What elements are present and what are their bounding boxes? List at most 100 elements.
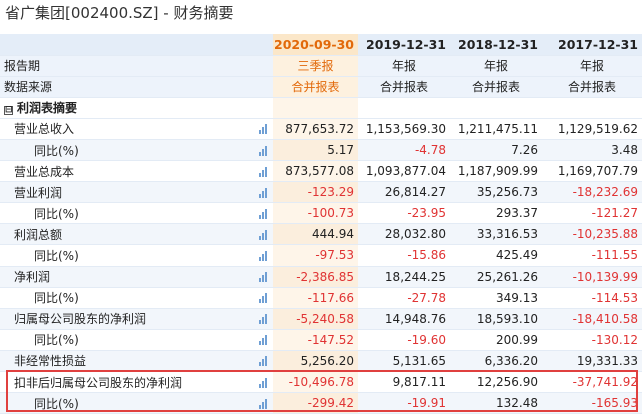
value-cell: 425.49 — [450, 244, 542, 267]
value-cell: 18,244.25 — [358, 266, 450, 288]
value-cell: 873,577.08 — [273, 160, 358, 183]
value-cell: -23.95 — [358, 202, 450, 225]
value-cell: -5,240.58 — [273, 308, 358, 330]
value-cell: 3.48 — [542, 139, 642, 162]
table-row: 同比(%) -299.42 -19.91 132.48 -165.93 — [0, 392, 642, 414]
value-cell: -10,235.88 — [542, 223, 642, 246]
value-cell: -147.52 — [273, 329, 358, 351]
table-row: 净利润 -2,386.85 18,244.25 25,261.26 -10,139.99 — [0, 266, 642, 288]
table-row: 营业利润 -123.29 26,814.27 35,256.73 -18,232.69 — [0, 181, 642, 204]
value-cell: -121.27 — [542, 202, 642, 225]
bar-chart-icon[interactable] — [259, 272, 267, 283]
period-header[interactable]: 2020-09-30 — [273, 34, 358, 56]
value-cell: 877,653.72 — [273, 118, 358, 140]
table-row: 同比(%) 5.17 -4.78 7.26 3.48 — [0, 139, 642, 162]
row-label: 同比(%) — [0, 202, 253, 225]
value-cell: -111.55 — [542, 244, 642, 267]
value-cell: -37,741.92 — [542, 371, 642, 394]
value-cell: -10,496.78 — [273, 371, 358, 394]
row-label: 营业总成本 — [0, 160, 253, 183]
value-cell: -117.66 — [273, 287, 358, 309]
bar-chart-icon[interactable] — [259, 398, 267, 409]
value-cell: 18,593.10 — [450, 308, 542, 330]
value-cell: -19.60 — [358, 329, 450, 351]
bar-chart-icon[interactable] — [259, 335, 267, 346]
row-label: 同比(%) — [0, 392, 253, 414]
bar-chart-icon[interactable] — [259, 314, 267, 325]
value-cell: -130.12 — [542, 329, 642, 351]
value-cell: -2,386.85 — [273, 266, 358, 288]
row-label: 同比(%) — [0, 287, 253, 309]
table-row: 非经常性损益 5,256.20 5,131.65 6,336.20 19,331.33 — [0, 350, 642, 373]
value-cell: -114.53 — [542, 287, 642, 309]
bar-chart-icon[interactable] — [259, 145, 267, 156]
row-label: 同比(%) — [0, 139, 253, 162]
report-period-value: 年报 — [542, 55, 642, 77]
value-cell: -123.29 — [273, 181, 358, 204]
value-cell: 349.13 — [450, 287, 542, 309]
value-cell: 1,153,569.30 — [358, 118, 450, 140]
value-cell: 7.26 — [450, 139, 542, 162]
bar-chart-icon[interactable] — [259, 208, 267, 219]
data-source-value: 合并报表 — [450, 76, 542, 98]
value-cell: 5.17 — [273, 139, 358, 162]
period-header[interactable]: 2019-12-31 — [358, 34, 450, 56]
row-label: 营业总收入 — [0, 118, 253, 140]
value-cell: 25,261.26 — [450, 266, 542, 288]
value-cell: -4.78 — [358, 139, 450, 162]
report-period-value: 三季报 — [273, 55, 358, 77]
bar-chart-icon[interactable] — [259, 166, 267, 177]
value-cell: 444.94 — [273, 223, 358, 246]
row-label: 利润总额 — [0, 223, 253, 246]
value-cell: 26,814.27 — [358, 181, 450, 204]
bar-chart-icon[interactable] — [259, 377, 267, 388]
report-period-label: 报告期 — [0, 55, 253, 77]
bar-chart-icon[interactable] — [259, 124, 267, 135]
bar-chart-icon[interactable] — [259, 229, 267, 240]
period-header[interactable]: 2017-12-31 — [542, 34, 642, 56]
bar-chart-icon[interactable] — [259, 187, 267, 198]
value-cell: 33,316.53 — [450, 223, 542, 246]
value-cell: 12,256.90 — [450, 371, 542, 394]
row-label: 扣非后归属母公司股东的净利润 — [0, 371, 253, 394]
table-row: 扣非后归属母公司股东的净利润 -10,496.78 9,817.11 12,256.9… — [0, 371, 642, 394]
bar-chart-icon[interactable] — [259, 356, 267, 367]
value-cell: -18,232.69 — [542, 181, 642, 204]
value-cell: 9,817.11 — [358, 371, 450, 394]
financial-summary-table: 2020-09-30 2019-12-31 2018-12-31 2017-12… — [0, 34, 642, 414]
section-header-row[interactable]: ⊟ 利润表摘要 — [0, 97, 642, 119]
period-header-row: 2020-09-30 2019-12-31 2018-12-31 2017-12… — [0, 34, 642, 56]
section-title: 利润表摘要 — [17, 101, 78, 116]
data-source-value: 合并报表 — [542, 76, 642, 98]
data-source-value: 合并报表 — [358, 76, 450, 98]
value-cell: -165.93 — [542, 392, 642, 414]
row-label: 营业利润 — [0, 181, 253, 204]
value-cell: 35,256.73 — [450, 181, 542, 204]
value-cell: -15.86 — [358, 244, 450, 267]
collapse-icon[interactable]: ⊟ — [4, 106, 13, 116]
value-cell: -18,410.58 — [542, 308, 642, 330]
value-cell: 1,169,707.79 — [542, 160, 642, 183]
report-period-row: 报告期 三季报 年报 年报 年报 — [0, 55, 642, 77]
value-cell: 19,331.33 — [542, 350, 642, 373]
table-row: 同比(%) -100.73 -23.95 293.37 -121.27 — [0, 202, 642, 225]
bar-chart-icon[interactable] — [259, 250, 267, 261]
table-row: 同比(%) -117.66 -27.78 349.13 -114.53 — [0, 287, 642, 309]
period-header[interactable]: 2018-12-31 — [450, 34, 542, 56]
value-cell: 14,948.76 — [358, 308, 450, 330]
value-cell: -97.53 — [273, 244, 358, 267]
bar-chart-icon[interactable] — [259, 293, 267, 304]
data-source-value: 合并报表 — [273, 76, 358, 98]
table-row: 同比(%) -97.53 -15.86 425.49 -111.55 — [0, 244, 642, 267]
value-cell: 1,211,475.11 — [450, 118, 542, 140]
report-period-value: 年报 — [450, 55, 542, 77]
value-cell: -10,139.99 — [542, 266, 642, 288]
value-cell: -19.91 — [358, 392, 450, 414]
value-cell: -299.42 — [273, 392, 358, 414]
data-source-label: 数据来源 — [0, 76, 253, 98]
table-row: 利润总额 444.94 28,032.80 33,316.53 -10,235.88 — [0, 223, 642, 246]
value-cell: 1,129,519.62 — [542, 118, 642, 140]
value-cell: 132.48 — [450, 392, 542, 414]
value-cell: 1,093,877.04 — [358, 160, 450, 183]
row-label: 净利润 — [0, 266, 253, 288]
